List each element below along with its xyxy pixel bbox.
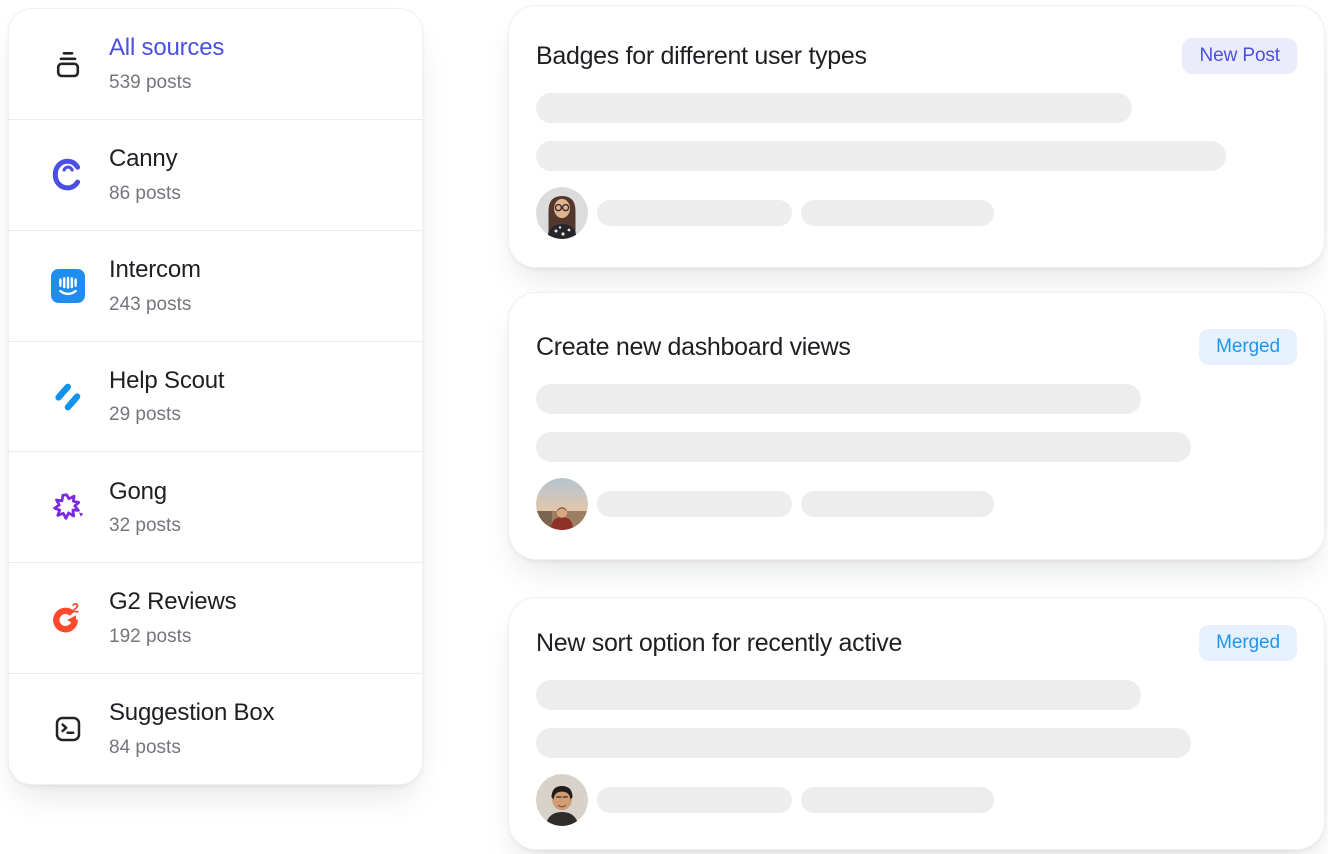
intercom-icon (51, 268, 85, 304)
post-title: Badges for different user types (536, 42, 867, 71)
sidebar-item-suggestion-box[interactable]: Suggestion Box 84 posts (9, 673, 422, 784)
status-badge: Merged (1199, 625, 1297, 661)
helpscout-icon (51, 379, 85, 415)
skeleton-bar (536, 384, 1141, 414)
avatar (536, 478, 588, 530)
source-count: 192 posts (109, 627, 236, 648)
sidebar-item-canny[interactable]: Canny 86 posts (9, 119, 422, 230)
post-card[interactable]: New sort option for recently active Merg… (508, 597, 1325, 850)
skeleton-bar (536, 93, 1132, 123)
skeleton-bar (536, 141, 1226, 171)
skeleton-bar (801, 787, 994, 813)
source-label: All sources (109, 34, 224, 62)
stack-icon (51, 46, 85, 82)
source-count: 32 posts (109, 516, 181, 537)
skeleton-bar (536, 680, 1141, 710)
post-card[interactable]: Create new dashboard views Merged (508, 292, 1325, 560)
source-label: Suggestion Box (109, 699, 274, 727)
skeleton-bar (801, 491, 994, 517)
sidebar-item-g2-reviews[interactable]: 2 G2 Reviews 192 posts (9, 562, 422, 673)
skeleton-bar (536, 728, 1191, 758)
skeleton-bar (597, 787, 792, 813)
avatar (536, 187, 588, 239)
post-title: Create new dashboard views (536, 333, 851, 362)
source-label: G2 Reviews (109, 588, 236, 616)
gong-icon (51, 489, 85, 525)
g2-icon: 2 (51, 600, 85, 636)
skeleton-bar (536, 432, 1191, 462)
source-count: 86 posts (109, 184, 181, 205)
post-card[interactable]: Badges for different user types New Post (508, 5, 1325, 268)
skeleton-bar (801, 200, 994, 226)
source-count: 243 posts (109, 295, 201, 316)
source-label: Intercom (109, 256, 201, 284)
svg-text:2: 2 (72, 601, 80, 616)
canny-icon (51, 157, 85, 193)
source-count: 29 posts (109, 405, 224, 426)
sidebar-item-all-sources[interactable]: All sources 539 posts (9, 9, 422, 119)
feedback-sources-screen: All sources 539 posts Canny 86 posts (0, 0, 1328, 854)
post-title: New sort option for recently active (536, 629, 902, 658)
avatar (536, 774, 588, 826)
source-count: 84 posts (109, 738, 274, 759)
sidebar-item-intercom[interactable]: Intercom 243 posts (9, 230, 422, 341)
source-label: Help Scout (109, 367, 224, 395)
skeleton-bar (597, 491, 792, 517)
source-label: Gong (109, 478, 181, 506)
status-badge: New Post (1182, 38, 1297, 74)
sources-sidebar: All sources 539 posts Canny 86 posts (8, 8, 423, 785)
status-badge: Merged (1199, 329, 1297, 365)
source-count: 539 posts (109, 73, 224, 94)
skeleton-bar (597, 200, 792, 226)
source-label: Canny (109, 145, 181, 173)
sidebar-item-gong[interactable]: Gong 32 posts (9, 451, 422, 562)
sidebar-item-help-scout[interactable]: Help Scout 29 posts (9, 341, 422, 452)
terminal-icon (51, 711, 85, 747)
